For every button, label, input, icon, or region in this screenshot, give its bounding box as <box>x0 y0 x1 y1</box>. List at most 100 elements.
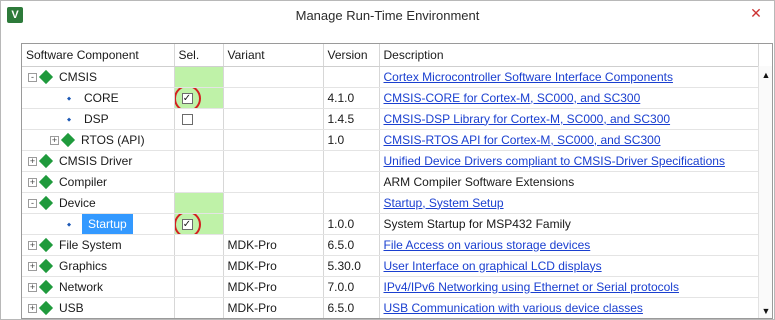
variant-cell[interactable]: MDK-Pro <box>223 234 324 256</box>
collapse-icon[interactable]: - <box>28 72 37 82</box>
sel-cell <box>174 108 224 130</box>
collapse-icon[interactable]: - <box>28 198 37 208</box>
component-table: Software Component Sel. Variant Version … <box>22 44 759 318</box>
version-cell: 5.30.0 <box>323 255 380 277</box>
component-name: CORE <box>84 90 119 105</box>
close-icon[interactable]: ✕ <box>744 3 768 23</box>
variant-cell <box>223 213 324 235</box>
component-diamond-icon <box>38 174 54 190</box>
version-cell <box>323 150 380 172</box>
description-link[interactable]: IPv4/IPv6 Networking using Ethernet or S… <box>379 276 759 298</box>
expand-icon[interactable]: + <box>28 282 37 292</box>
component-grid: Software Component Sel. Variant Version … <box>21 43 773 319</box>
scroll-up-icon[interactable]: ▲ <box>761 70 771 80</box>
component-cell[interactable]: + CMSIS Driver <box>22 150 175 172</box>
component-cell[interactable]: + File System <box>22 234 175 256</box>
description-link[interactable]: Cortex Microcontroller Software Interfac… <box>379 66 759 88</box>
component-row[interactable]: - Device Startup, System Setup <box>22 192 759 214</box>
component-diamond-icon <box>38 279 54 295</box>
expand-icon[interactable]: + <box>28 240 37 250</box>
component-row[interactable]: + CMSIS Driver Unified Device Drivers comp… <box>22 150 759 172</box>
component-cell[interactable]: + RTOS (API) <box>22 129 175 151</box>
component-cell[interactable]: ⬩ Startup <box>22 213 175 235</box>
version-cell: 1.4.5 <box>323 108 380 130</box>
description-link[interactable]: CMSIS-DSP Library for Cortex-M, SC000, a… <box>379 108 759 130</box>
description-link[interactable]: CMSIS-CORE for Cortex-M, SC000, and SC30… <box>379 87 759 109</box>
description-link[interactable]: Startup, System Setup <box>379 192 759 214</box>
sel-cell <box>174 255 224 277</box>
expand-icon[interactable]: + <box>28 261 37 271</box>
component-diamond-icon <box>60 132 76 148</box>
col-header-description[interactable]: Description <box>379 44 759 67</box>
component-diamond-icon <box>38 153 54 169</box>
component-diamond-icon <box>38 195 54 211</box>
scroll-down-icon[interactable]: ▼ <box>761 306 771 316</box>
component-cell[interactable]: - Device <box>22 192 175 214</box>
component-name: RTOS (API) <box>81 132 145 147</box>
variant-cell <box>223 171 324 193</box>
component-cell[interactable]: - CMSIS <box>22 66 175 88</box>
col-header-version[interactable]: Version <box>323 44 380 67</box>
component-cell[interactable]: + USB <box>22 297 175 318</box>
component-diamond-icon <box>38 69 54 85</box>
component-cell[interactable]: ⬩ CORE <box>22 87 175 109</box>
sel-cell <box>174 297 224 318</box>
component-row[interactable]: ⬩ CORE ✓ 4.1.0 CMSIS-CORE for Cortex-M, SC00… <box>22 87 759 109</box>
description-link[interactable]: USB Communication with various device cl… <box>379 297 759 318</box>
expand-icon[interactable]: + <box>28 303 37 313</box>
component-diamond-icon <box>38 300 54 316</box>
col-header-sel[interactable]: Sel. <box>174 44 224 67</box>
component-row[interactable]: + Graphics MDK-Pro 5.30.0 User Interface on … <box>22 255 759 277</box>
sel-cell <box>174 171 224 193</box>
col-header-variant[interactable]: Variant <box>223 44 324 67</box>
component-row[interactable]: + File System MDK-Pro 6.5.0 File Access on v… <box>22 234 759 256</box>
description-cell: ARM Compiler Software Extensions <box>379 171 759 193</box>
variant-cell <box>223 87 324 109</box>
description-link[interactable]: Unified Device Drivers compliant to CMSI… <box>379 150 759 172</box>
window-title: Manage Run-Time Environment <box>295 8 480 23</box>
checkbox-unchecked[interactable] <box>181 113 193 125</box>
version-cell: 6.5.0 <box>323 297 380 318</box>
version-cell: 7.0.0 <box>323 276 380 298</box>
version-cell <box>323 171 380 193</box>
version-cell: 1.0 <box>323 129 380 151</box>
variant-cell <box>223 108 324 130</box>
description-link[interactable]: File Access on various storage devices <box>379 234 759 256</box>
component-name: Graphics <box>59 258 108 273</box>
vertical-scrollbar[interactable]: ▲ ▼ <box>758 66 772 318</box>
component-row[interactable]: + USB MDK-Pro 6.5.0 USB Communication with v… <box>22 297 759 318</box>
variant-cell <box>223 66 324 88</box>
sel-cell <box>174 150 224 172</box>
description-link[interactable]: CMSIS-RTOS API for Cortex-M, SC000, and … <box>379 129 759 151</box>
component-name: Device <box>59 195 96 210</box>
component-row[interactable]: ⬩ Startup ✓ 1.0.0 System Startup for MSP432 … <box>22 213 759 235</box>
component-cell[interactable]: + Graphics <box>22 255 175 277</box>
component-cell[interactable]: ⬩ DSP <box>22 108 175 130</box>
sel-cell <box>174 234 224 256</box>
version-cell <box>323 66 380 88</box>
component-row[interactable]: + RTOS (API) 1.0 CMSIS-RTOS API for Cortex-… <box>22 129 759 151</box>
sel-cell: ✓ <box>174 87 224 109</box>
expand-icon[interactable]: + <box>50 135 59 145</box>
component-name: CMSIS <box>59 69 98 84</box>
component-row[interactable]: + Network MDK-Pro 7.0.0 IPv4/IPv6 Networking… <box>22 276 759 298</box>
variant-cell <box>223 150 324 172</box>
expand-icon[interactable]: + <box>28 177 37 187</box>
component-cell[interactable]: + Network <box>22 276 175 298</box>
col-header-component[interactable]: Software Component <box>22 44 175 67</box>
component-row[interactable]: - CMSIS Cortex Microcontroller Software In… <box>22 66 759 88</box>
description-cell: System Startup for MSP432 Family <box>379 213 759 235</box>
sel-cell <box>174 276 224 298</box>
variant-cell[interactable]: MDK-Pro <box>223 297 324 318</box>
title-bar: V Manage Run-Time Environment ✕ <box>1 1 774 33</box>
component-row[interactable]: ⬩ DSP 1.4.5 CMSIS-DSP Library for Cortex-M,… <box>22 108 759 130</box>
sel-cell <box>174 66 224 88</box>
variant-cell <box>223 129 324 151</box>
expand-icon[interactable]: + <box>28 156 37 166</box>
variant-cell[interactable]: MDK-Pro <box>223 276 324 298</box>
component-row[interactable]: + Compiler ARM Compiler Software Extension… <box>22 171 759 193</box>
variant-cell[interactable]: MDK-Pro <box>223 255 324 277</box>
component-cell[interactable]: + Compiler <box>22 171 175 193</box>
description-link[interactable]: User Interface on graphical LCD displays <box>379 255 759 277</box>
version-cell <box>323 192 380 214</box>
